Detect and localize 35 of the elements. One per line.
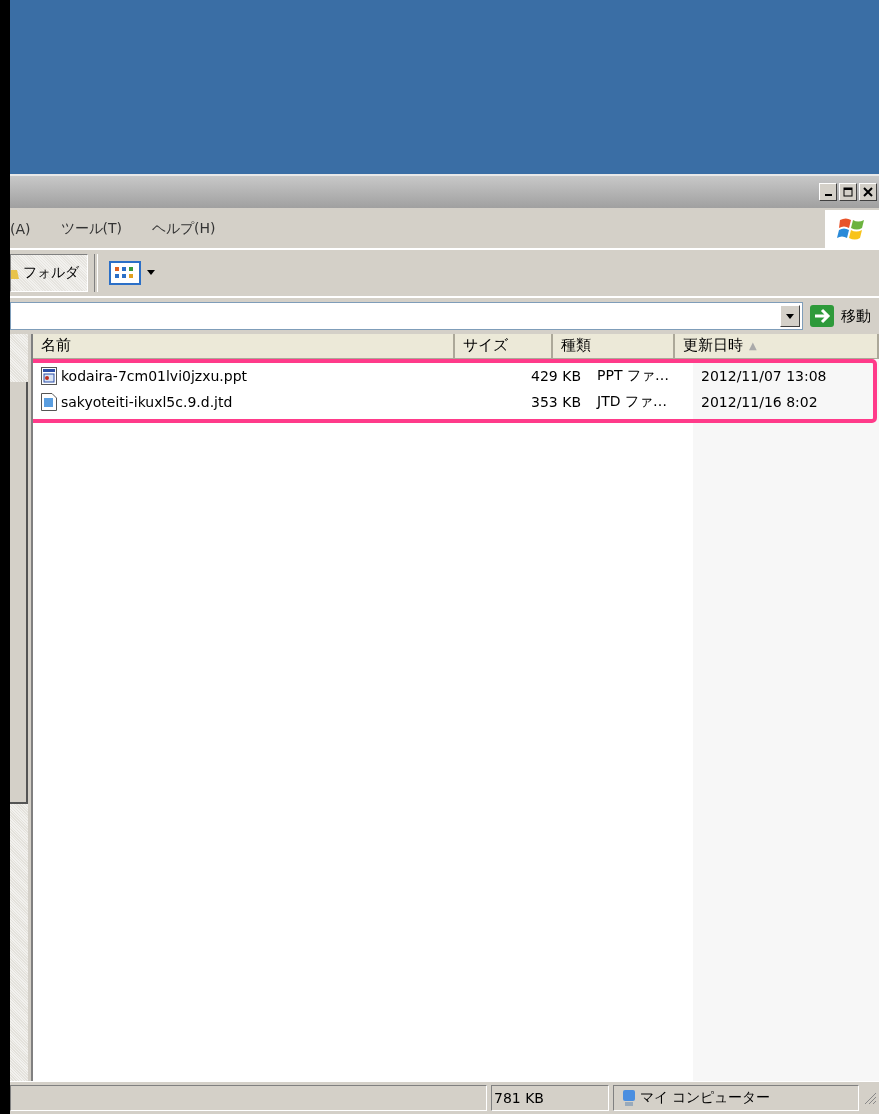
file-type: PPT ファ… (597, 367, 669, 385)
view-grid-icon (109, 261, 143, 285)
column-header[interactable]: 種類 (553, 334, 675, 358)
status-size: 781 KB (494, 1090, 544, 1106)
file-size: 353 KB (531, 394, 581, 410)
caret-icon (786, 313, 794, 319)
dropdown-button[interactable] (780, 305, 800, 327)
menu-item[interactable]: ヘルプ(H) (152, 220, 216, 238)
maximize-button[interactable] (839, 183, 857, 201)
computer-icon (622, 1089, 636, 1107)
modified-date: 2012/11/07 13:08 (701, 368, 827, 384)
presentation-file-icon (41, 367, 57, 385)
file-type: JTD ファ… (597, 393, 667, 411)
go-button[interactable]: 移動 (809, 304, 879, 328)
column-header[interactable]: 更新日時 ▲ (675, 334, 879, 358)
minimize-icon (824, 194, 832, 196)
file-size: 429 KB (531, 368, 581, 384)
close-button[interactable] (859, 183, 877, 201)
document-file-icon (41, 393, 57, 411)
column-header[interactable]: サイズ (455, 334, 553, 358)
resize-grip-icon[interactable] (863, 1091, 877, 1105)
close-icon (863, 187, 873, 197)
file-name[interactable]: kodaira-7cm01lvi0jzxu.ppt (61, 368, 248, 384)
menu-item[interactable]: (A) (10, 221, 31, 237)
caret-icon (147, 270, 155, 276)
file-name[interactable]: sakyoteiti-ikuxl5c.9.d.jtd (61, 394, 233, 410)
minimize-button[interactable] (819, 183, 837, 201)
modified-date: 2012/11/16 8:02 (701, 394, 818, 410)
maximize-icon (843, 187, 853, 197)
status-zone: マイ コンピューター (640, 1089, 771, 1107)
address-field[interactable] (10, 302, 803, 330)
folders-button[interactable]: フォルダ (10, 254, 88, 292)
scrollbar[interactable] (10, 334, 31, 1081)
menu-item[interactable]: ツール(T) (60, 220, 122, 238)
column-header[interactable]: 名前 (33, 334, 455, 358)
